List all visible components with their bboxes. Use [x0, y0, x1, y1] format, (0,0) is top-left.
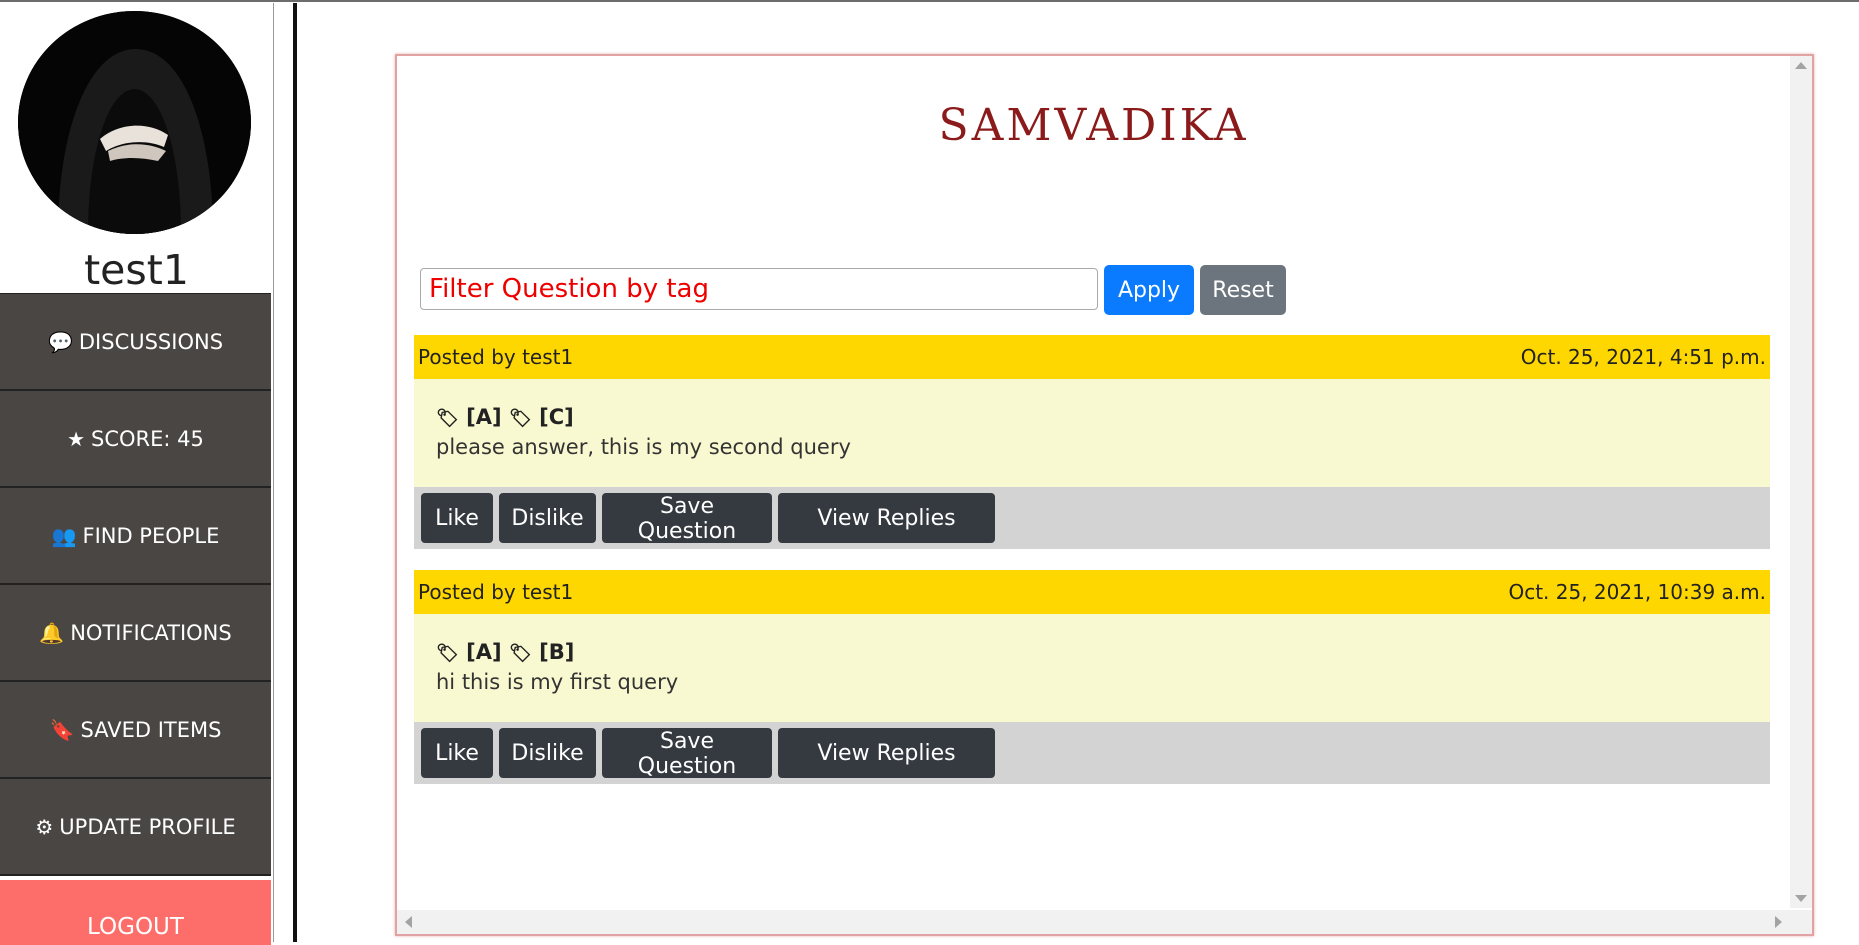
tag[interactable]: [A]	[466, 405, 501, 429]
nav-saved-items[interactable]: 🔖 SAVED ITEMS	[0, 681, 271, 779]
logout-label: LOGOUT	[87, 914, 184, 940]
gear-icon: ⚙	[35, 814, 54, 839]
question-text: please answer, this is my second query	[436, 435, 851, 459]
view-replies-button[interactable]: View Replies	[778, 493, 995, 543]
nav-label: UPDATE PROFILE	[59, 814, 236, 839]
tag-list: 🏷 [A] 🏷 [B]	[436, 640, 1748, 664]
question-card: Posted by test1 Oct. 25, 2021, 4:51 p.m.…	[414, 335, 1770, 549]
tag[interactable]: [B]	[539, 640, 574, 664]
scrollbar-corner	[1790, 910, 1812, 934]
nav-update-profile[interactable]: ⚙ UPDATE PROFILE	[0, 778, 271, 876]
nav-label: DISCUSSIONS	[78, 329, 224, 354]
scroll-up-arrow-icon[interactable]	[1795, 62, 1807, 69]
question-actions: Like Dislike Save Question View Replies	[414, 722, 1770, 784]
hooded-figure-image	[18, 11, 251, 234]
tag-icon: 🏷	[508, 408, 532, 429]
top-border	[0, 0, 1859, 2]
nav-label: SCORE: 45	[91, 426, 204, 451]
reset-button[interactable]: Reset	[1200, 265, 1286, 315]
timestamp: Oct. 25, 2021, 10:39 a.m.	[1508, 580, 1766, 604]
like-button[interactable]: Like	[421, 493, 493, 543]
view-replies-button[interactable]: View Replies	[778, 728, 995, 778]
nav-notifications[interactable]: 🔔 NOTIFICATIONS	[0, 584, 271, 682]
logout-button[interactable]: LOGOUT	[0, 880, 271, 945]
nav-label: FIND PEOPLE	[82, 523, 220, 548]
nav-find-people[interactable]: 👥 FIND PEOPLE	[0, 487, 271, 585]
question-text: hi this is my first query	[436, 670, 679, 694]
page-title: SAMVADIKA	[938, 100, 1249, 151]
apply-button[interactable]: Apply	[1104, 265, 1194, 315]
scroll-left-arrow-icon[interactable]	[405, 916, 412, 928]
nav-score[interactable]: ★ SCORE: 45	[0, 390, 271, 488]
dislike-button[interactable]: Dislike	[499, 728, 596, 778]
horizontal-scrollbar[interactable]	[397, 910, 1790, 934]
save-question-button[interactable]: Save Question	[602, 493, 772, 544]
question-header: Posted by test1 Oct. 25, 2021, 4:51 p.m.	[414, 335, 1770, 379]
sidebar-divider	[293, 3, 297, 942]
question-card: Posted by test1 Oct. 25, 2021, 10:39 a.m…	[414, 570, 1770, 784]
question-body: 🏷 [A] 🏷 [B] hi this is my first query	[414, 614, 1770, 722]
tag-list: 🏷 [A] 🏷 [C]	[436, 405, 1748, 429]
comment-icon: 💬	[47, 329, 73, 354]
posted-by: Posted by test1	[418, 580, 574, 604]
scroll-down-arrow-icon[interactable]	[1795, 895, 1807, 902]
vertical-scrollbar[interactable]	[1790, 56, 1812, 908]
tag[interactable]: [C]	[539, 405, 574, 429]
tag[interactable]: [A]	[466, 640, 501, 664]
nav-label: NOTIFICATIONS	[70, 620, 232, 645]
nav-discussions[interactable]: 💬 DISCUSSIONS	[0, 293, 271, 391]
nav-label: SAVED ITEMS	[80, 717, 222, 742]
question-header: Posted by test1 Oct. 25, 2021, 10:39 a.m…	[414, 570, 1770, 614]
posted-by: Posted by test1	[418, 345, 574, 369]
tag-filter-input[interactable]	[420, 268, 1098, 310]
username: test1	[84, 246, 189, 294]
avatar	[18, 11, 251, 234]
question-actions: Like Dislike Save Question View Replies	[414, 487, 1770, 549]
scroll-right-arrow-icon[interactable]	[1775, 916, 1782, 928]
save-question-button[interactable]: Save Question	[602, 728, 772, 779]
sidebar: test1 💬 DISCUSSIONS ★ SCORE: 45 👥 FIND P…	[0, 3, 274, 945]
question-body: 🏷 [A] 🏷 [C] please answer, this is my se…	[414, 379, 1770, 487]
tag-icon: 🏷	[436, 643, 459, 664]
star-icon: ★	[67, 426, 86, 451]
like-button[interactable]: Like	[421, 728, 493, 778]
bell-icon: 🔔	[39, 620, 65, 645]
users-icon: 👥	[51, 523, 77, 548]
timestamp: Oct. 25, 2021, 4:51 p.m.	[1520, 345, 1766, 369]
dislike-button[interactable]: Dislike	[499, 493, 596, 543]
content-frame: SAMVADIKA Apply Reset Posted by test1 Oc…	[395, 54, 1814, 936]
tag-icon: 🏷	[508, 643, 532, 664]
tag-icon: 🏷	[436, 408, 459, 429]
bookmark-icon: 🔖	[49, 717, 75, 742]
